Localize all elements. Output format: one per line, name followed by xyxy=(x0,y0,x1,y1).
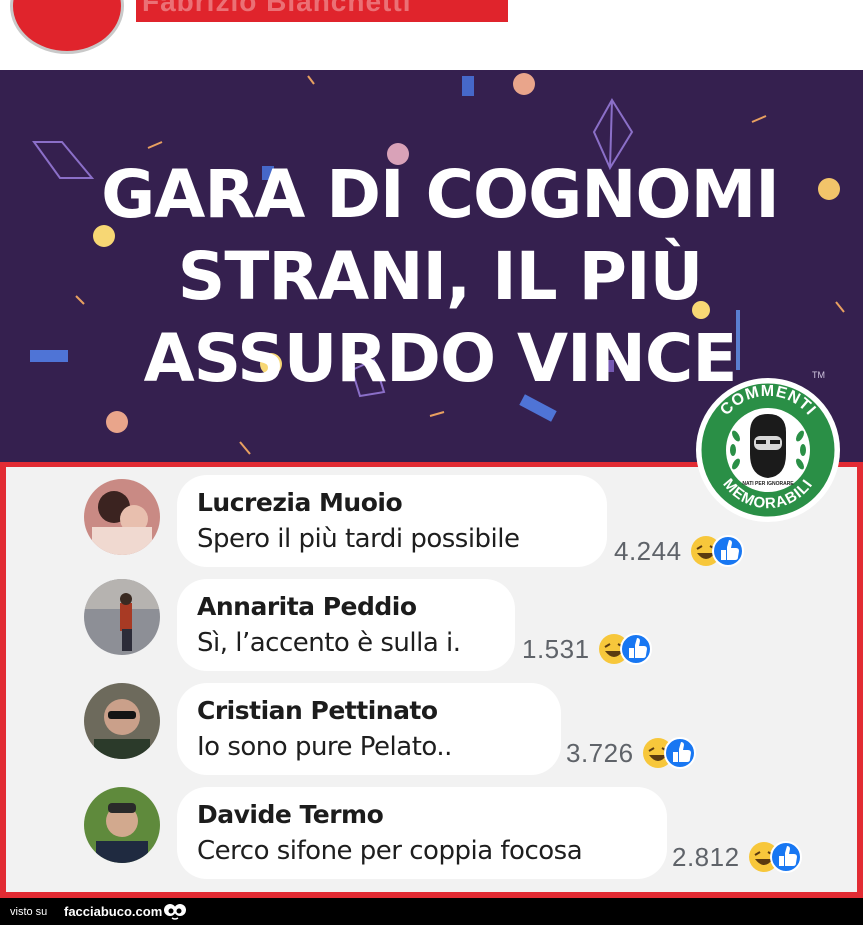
comment-avatar[interactable] xyxy=(84,683,160,759)
comment-author[interactable]: Lucrezia Muoio xyxy=(197,487,587,519)
reaction-count: 3.726 xyxy=(566,737,634,768)
reaction-summary[interactable]: 2.812 xyxy=(672,839,806,875)
comment-text: Io sono pure Pelato.. xyxy=(197,732,452,762)
text-cursor-decoration xyxy=(736,310,740,370)
comment-author[interactable]: Annarita Peddio xyxy=(197,591,495,623)
haha-like-reaction-icons xyxy=(690,535,744,567)
comment-item: Annarita Peddio Sì, l’accento è sulla i.… xyxy=(84,579,784,671)
comment-bubble[interactable]: Annarita Peddio Sì, l’accento è sulla i. xyxy=(177,579,515,671)
svg-text:NATI PER IGNORARE: NATI PER IGNORARE xyxy=(742,481,794,487)
reaction-summary[interactable]: 3.726 xyxy=(566,735,700,771)
poster-name: Fabrizio Bianchetti xyxy=(142,0,412,17)
haha-like-reaction-icons xyxy=(598,633,652,665)
comment-avatar[interactable] xyxy=(84,787,160,863)
footer-site-link[interactable]: facciabuco.com xyxy=(64,904,162,919)
poster-avatar[interactable] xyxy=(10,0,124,54)
comment-item: Lucrezia Muoio Spero il più tardi possib… xyxy=(84,475,784,567)
reaction-count: 1.531 xyxy=(522,633,590,664)
bearded-face-icon xyxy=(750,414,786,478)
commenti-memorabili-badge: NATI PER IGNORARE COMMENTI MEMORABILI xyxy=(696,378,840,522)
comment-text: Cerco sifone per coppia focosa xyxy=(197,836,583,866)
comment-author[interactable]: Davide Termo xyxy=(197,799,647,831)
banner-title-line-2: STRANI, IL PIÙ xyxy=(177,238,703,315)
reaction-summary[interactable]: 4.244 xyxy=(614,533,748,569)
comment-bubble[interactable]: Davide Termo Cerco sifone per coppia foc… xyxy=(177,787,667,879)
banner-title-line-3: ASSURDO VINCE xyxy=(143,320,738,397)
reaction-summary[interactable]: 1.531 xyxy=(522,631,656,667)
comment-text: Sì, l’accento è sulla i. xyxy=(197,628,461,658)
comment-item: Cristian Pettinato Io sono pure Pelato..… xyxy=(84,683,784,775)
haha-like-reaction-icons xyxy=(748,841,802,873)
comment-avatar[interactable] xyxy=(84,479,160,555)
post-header: Fabrizio Bianchetti xyxy=(0,0,863,70)
haha-like-reaction-icons xyxy=(642,737,696,769)
comment-bubble[interactable]: Cristian Pettinato Io sono pure Pelato.. xyxy=(177,683,561,775)
eyes-logo-icon xyxy=(164,904,186,920)
footer-visto-su: visto su xyxy=(10,906,48,918)
comment-text: Spero il più tardi possibile xyxy=(197,524,520,554)
banner-title: GARA DI COGNOMI STRANI, IL PIÙ ASSURDO V… xyxy=(80,154,800,400)
poster-name-redacted[interactable]: Fabrizio Bianchetti xyxy=(136,0,508,22)
comment-item: Davide Termo Cerco sifone per coppia foc… xyxy=(84,787,824,879)
watermark-footer: visto su facciabuco.com xyxy=(0,898,863,925)
comment-avatar[interactable] xyxy=(84,579,160,655)
reaction-count: 4.244 xyxy=(614,535,682,566)
comment-author[interactable]: Cristian Pettinato xyxy=(197,695,541,727)
comment-bubble[interactable]: Lucrezia Muoio Spero il più tardi possib… xyxy=(177,475,607,567)
banner-title-line-1: GARA DI COGNOMI xyxy=(101,156,780,233)
reaction-count: 2.812 xyxy=(672,841,740,872)
